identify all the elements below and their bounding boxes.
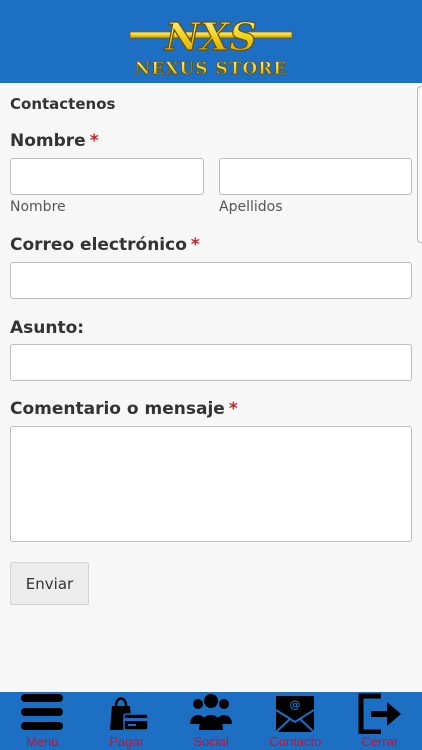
send-button[interactable]: Enviar <box>10 562 89 605</box>
people-group-icon <box>188 692 234 734</box>
subject-label: Asunto: <box>10 318 85 338</box>
subject-input[interactable] <box>10 344 412 381</box>
nexus-store-logo[interactable]: NXS NEXUS STORE <box>126 10 296 78</box>
at-sign: @ <box>290 698 301 711</box>
tab-label: Cerrar <box>361 734 399 749</box>
side-scroll-handle[interactable] <box>417 86 422 243</box>
logo-mark: NXS <box>164 14 257 59</box>
logout-exit-icon <box>357 692 403 734</box>
app-header: NXS NEXUS STORE <box>0 0 422 83</box>
email-label: Correo electrónico * <box>10 235 200 255</box>
tab-menu[interactable]: Menu <box>0 692 84 750</box>
tab-label: Menu <box>25 734 59 749</box>
hamburger-menu-icon <box>19 692 65 734</box>
first-name-input[interactable] <box>10 158 204 195</box>
required-marker: * <box>228 399 238 419</box>
tab-social[interactable]: Social <box>169 692 253 750</box>
shopping-bag-card-icon <box>104 692 150 734</box>
email-label-text: Correo electrónico <box>10 235 187 255</box>
contact-form: Contactenos Nombre * Nombre Apellidos Cor… <box>0 83 422 692</box>
required-marker: * <box>89 131 99 151</box>
bottom-tab-bar: Menu Pagar Social @ Contacto Cerrar <box>0 692 422 750</box>
name-label-text: Nombre <box>10 131 86 151</box>
email-input[interactable] <box>10 262 412 299</box>
logo-text: NEXUS STORE <box>135 59 288 78</box>
last-name-caption: Apellidos <box>219 199 283 215</box>
comment-textarea[interactable] <box>10 426 412 542</box>
tab-contacto[interactable]: @ Contacto <box>253 692 337 750</box>
name-label: Nombre * <box>10 131 99 151</box>
logo-graphic: NXS NEXUS STORE <box>129 13 293 78</box>
required-marker: * <box>190 235 200 255</box>
email-envelope-icon: @ <box>272 692 318 734</box>
section-title: Contactenos <box>10 95 116 113</box>
last-name-input[interactable] <box>219 158 412 195</box>
tab-pagar[interactable]: Pagar <box>84 692 168 750</box>
tab-label: Social <box>193 734 229 749</box>
comment-label-text: Comentario o mensaje <box>10 399 225 419</box>
first-name-caption: Nombre <box>10 199 66 215</box>
comment-label: Comentario o mensaje * <box>10 399 238 419</box>
tab-cerrar[interactable]: Cerrar <box>338 692 422 750</box>
tab-label: Contacto <box>269 734 322 749</box>
tab-label: Pagar <box>109 734 144 749</box>
